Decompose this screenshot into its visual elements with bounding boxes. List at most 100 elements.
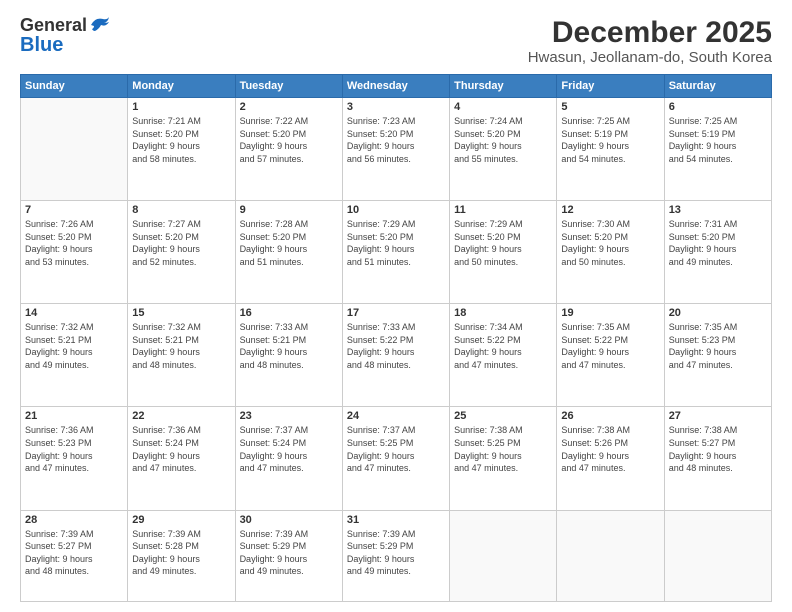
calendar-cell: 30 Sunrise: 7:39 AMSunset: 5:29 PMDayligh…: [235, 510, 342, 601]
calendar-subtitle: Hwasun, Jeollanam-do, South Korea: [528, 49, 772, 66]
day-info: Sunrise: 7:29 AMSunset: 5:20 PMDaylight:…: [347, 218, 445, 268]
calendar-table: SundayMondayTuesdayWednesdayThursdayFrid…: [20, 74, 772, 602]
calendar-cell: 12 Sunrise: 7:30 AMSunset: 5:20 PMDayligh…: [557, 201, 664, 304]
calendar-cell: 6 Sunrise: 7:25 AMSunset: 5:19 PMDaylight…: [664, 98, 771, 201]
calendar-cell: 8 Sunrise: 7:27 AMSunset: 5:20 PMDaylight…: [128, 201, 235, 304]
calendar-cell: 20 Sunrise: 7:35 AMSunset: 5:23 PMDayligh…: [664, 304, 771, 407]
day-info: Sunrise: 7:32 AMSunset: 5:21 PMDaylight:…: [132, 321, 230, 371]
calendar-cell: [664, 510, 771, 601]
col-header-friday: Friday: [557, 75, 664, 98]
day-number: 2: [240, 101, 338, 113]
day-info: Sunrise: 7:21 AMSunset: 5:20 PMDaylight:…: [132, 115, 230, 165]
day-number: 4: [454, 101, 552, 113]
day-info: Sunrise: 7:37 AMSunset: 5:24 PMDaylight:…: [240, 424, 338, 474]
day-number: 1: [132, 101, 230, 113]
day-info: Sunrise: 7:25 AMSunset: 5:19 PMDaylight:…: [669, 115, 767, 165]
page: General Blue December 2025 Hwasun, Jeoll…: [0, 0, 792, 612]
calendar-cell: 19 Sunrise: 7:35 AMSunset: 5:22 PMDayligh…: [557, 304, 664, 407]
calendar-cell: 29 Sunrise: 7:39 AMSunset: 5:28 PMDayligh…: [128, 510, 235, 601]
day-number: 5: [561, 101, 659, 113]
calendar-cell: 28 Sunrise: 7:39 AMSunset: 5:27 PMDayligh…: [21, 510, 128, 601]
day-info: Sunrise: 7:33 AMSunset: 5:22 PMDaylight:…: [347, 321, 445, 371]
day-number: 16: [240, 307, 338, 319]
calendar-cell: 22 Sunrise: 7:36 AMSunset: 5:24 PMDayligh…: [128, 407, 235, 510]
calendar-title: December 2025: [528, 16, 772, 49]
logo-blue-text: Blue: [20, 34, 63, 56]
header: General Blue December 2025 Hwasun, Jeoll…: [20, 16, 772, 66]
calendar-cell: 18 Sunrise: 7:34 AMSunset: 5:22 PMDayligh…: [450, 304, 557, 407]
day-info: Sunrise: 7:39 AMSunset: 5:27 PMDaylight:…: [25, 528, 123, 578]
title-block: December 2025 Hwasun, Jeollanam-do, Sout…: [528, 16, 772, 66]
day-number: 28: [25, 514, 123, 526]
calendar-cell: 7Sunrise: 7:26 AMSunset: 5:20 PMDaylight…: [21, 201, 128, 304]
day-info: Sunrise: 7:22 AMSunset: 5:20 PMDaylight:…: [240, 115, 338, 165]
day-number: 21: [25, 410, 123, 422]
day-number: 15: [132, 307, 230, 319]
day-number: 13: [669, 204, 767, 216]
day-info: Sunrise: 7:39 AMSunset: 5:29 PMDaylight:…: [240, 528, 338, 578]
calendar-cell: [450, 510, 557, 601]
col-header-wednesday: Wednesday: [342, 75, 449, 98]
day-number: 8: [132, 204, 230, 216]
calendar-cell: 2 Sunrise: 7:22 AMSunset: 5:20 PMDaylight…: [235, 98, 342, 201]
day-number: 3: [347, 101, 445, 113]
day-info: Sunrise: 7:30 AMSunset: 5:20 PMDaylight:…: [561, 218, 659, 268]
day-number: 19: [561, 307, 659, 319]
week-row-1: 1 Sunrise: 7:21 AMSunset: 5:20 PMDaylight…: [21, 98, 772, 201]
day-info: Sunrise: 7:39 AMSunset: 5:28 PMDaylight:…: [132, 528, 230, 578]
day-number: 23: [240, 410, 338, 422]
calendar-cell: 15 Sunrise: 7:32 AMSunset: 5:21 PMDayligh…: [128, 304, 235, 407]
day-info: Sunrise: 7:38 AMSunset: 5:27 PMDaylight:…: [669, 424, 767, 474]
day-info: Sunrise: 7:25 AMSunset: 5:19 PMDaylight:…: [561, 115, 659, 165]
col-header-tuesday: Tuesday: [235, 75, 342, 98]
day-info: Sunrise: 7:34 AMSunset: 5:22 PMDaylight:…: [454, 321, 552, 371]
logo: General Blue: [20, 16, 111, 56]
day-number: 6: [669, 101, 767, 113]
calendar-cell: [21, 98, 128, 201]
logo-bird-icon: [89, 15, 111, 33]
calendar-header-row: SundayMondayTuesdayWednesdayThursdayFrid…: [21, 75, 772, 98]
week-row-5: 28 Sunrise: 7:39 AMSunset: 5:27 PMDayligh…: [21, 510, 772, 601]
day-info: Sunrise: 7:32 AMSunset: 5:21 PMDaylight:…: [25, 321, 123, 371]
day-info: Sunrise: 7:39 AMSunset: 5:29 PMDaylight:…: [347, 528, 445, 578]
day-number: 18: [454, 307, 552, 319]
day-info: Sunrise: 7:29 AMSunset: 5:20 PMDaylight:…: [454, 218, 552, 268]
day-info: Sunrise: 7:33 AMSunset: 5:21 PMDaylight:…: [240, 321, 338, 371]
day-number: 24: [347, 410, 445, 422]
day-info: Sunrise: 7:38 AMSunset: 5:26 PMDaylight:…: [561, 424, 659, 474]
day-number: 30: [240, 514, 338, 526]
day-number: 25: [454, 410, 552, 422]
day-info: Sunrise: 7:38 AMSunset: 5:25 PMDaylight:…: [454, 424, 552, 474]
calendar-cell: 17Sunrise: 7:33 AMSunset: 5:22 PMDayligh…: [342, 304, 449, 407]
day-info: Sunrise: 7:23 AMSunset: 5:20 PMDaylight:…: [347, 115, 445, 165]
day-number: 20: [669, 307, 767, 319]
week-row-3: 14 Sunrise: 7:32 AMSunset: 5:21 PMDayligh…: [21, 304, 772, 407]
day-info: Sunrise: 7:24 AMSunset: 5:20 PMDaylight:…: [454, 115, 552, 165]
day-number: 26: [561, 410, 659, 422]
day-info: Sunrise: 7:35 AMSunset: 5:23 PMDaylight:…: [669, 321, 767, 371]
day-number: 29: [132, 514, 230, 526]
calendar-cell: 14 Sunrise: 7:32 AMSunset: 5:21 PMDayligh…: [21, 304, 128, 407]
calendar-cell: 5 Sunrise: 7:25 AMSunset: 5:19 PMDaylight…: [557, 98, 664, 201]
col-header-monday: Monday: [128, 75, 235, 98]
calendar-cell: 1 Sunrise: 7:21 AMSunset: 5:20 PMDaylight…: [128, 98, 235, 201]
day-info: Sunrise: 7:36 AMSunset: 5:24 PMDaylight:…: [132, 424, 230, 474]
day-info: Sunrise: 7:37 AMSunset: 5:25 PMDaylight:…: [347, 424, 445, 474]
day-number: 12: [561, 204, 659, 216]
day-number: 22: [132, 410, 230, 422]
col-header-saturday: Saturday: [664, 75, 771, 98]
day-info: Sunrise: 7:31 AMSunset: 5:20 PMDaylight:…: [669, 218, 767, 268]
calendar-cell: 23 Sunrise: 7:37 AMSunset: 5:24 PMDayligh…: [235, 407, 342, 510]
calendar-cell: 9Sunrise: 7:28 AMSunset: 5:20 PMDaylight…: [235, 201, 342, 304]
day-info: Sunrise: 7:35 AMSunset: 5:22 PMDaylight:…: [561, 321, 659, 371]
day-info: Sunrise: 7:27 AMSunset: 5:20 PMDaylight:…: [132, 218, 230, 268]
day-number: 31: [347, 514, 445, 526]
calendar-cell: 21Sunrise: 7:36 AMSunset: 5:23 PMDayligh…: [21, 407, 128, 510]
day-number: 14: [25, 307, 123, 319]
calendar-cell: 27Sunrise: 7:38 AMSunset: 5:27 PMDayligh…: [664, 407, 771, 510]
day-info: Sunrise: 7:28 AMSunset: 5:20 PMDaylight:…: [240, 218, 338, 268]
logo-general-text: General: [20, 15, 87, 35]
col-header-thursday: Thursday: [450, 75, 557, 98]
calendar-cell: 4 Sunrise: 7:24 AMSunset: 5:20 PMDaylight…: [450, 98, 557, 201]
col-header-sunday: Sunday: [21, 75, 128, 98]
